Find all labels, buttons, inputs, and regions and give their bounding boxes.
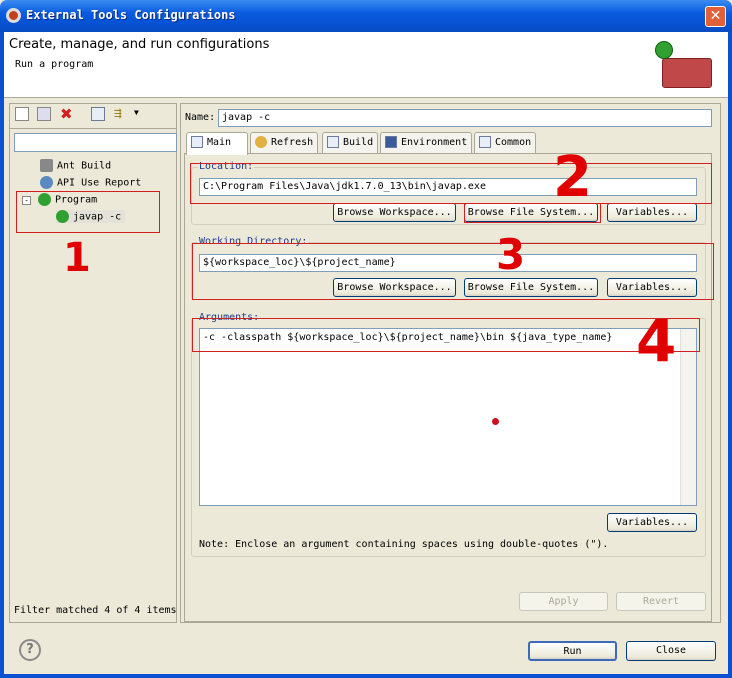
build-icon <box>327 136 339 148</box>
apply-button[interactable]: Apply <box>519 592 608 611</box>
filter-status: Filter matched 4 of 4 items <box>14 605 177 616</box>
refresh-icon <box>255 136 267 148</box>
arguments-scrollbar[interactable] <box>680 329 696 505</box>
name-label: Name: <box>185 112 216 123</box>
delete-icon[interactable]: ✖ <box>60 107 74 122</box>
annotation-dot <box>492 418 499 425</box>
filter-input[interactable] <box>14 133 177 152</box>
annotation-box-4 <box>192 318 700 352</box>
run-icon <box>655 41 673 59</box>
common-icon <box>479 136 491 148</box>
new-config-icon[interactable] <box>15 107 29 121</box>
tree-item-api-use-report[interactable]: API Use Report <box>40 176 141 189</box>
annotation-box-1 <box>16 191 160 233</box>
browse-workspace-button[interactable]: Browse Workspace... <box>333 203 456 222</box>
toolbox-icon <box>662 58 712 88</box>
tree-item-ant-build[interactable]: Ant Build <box>40 159 111 172</box>
tab-build[interactable]: Build <box>322 132 378 154</box>
help-icon[interactable]: ? <box>19 639 41 661</box>
header-subtitle: Run a program <box>15 59 94 70</box>
window-frame <box>0 32 4 678</box>
filter-icon[interactable]: ⇶ <box>114 107 128 121</box>
annotation-number-3: 3 <box>496 230 526 279</box>
arguments-variables-button[interactable]: Variables... <box>607 513 697 532</box>
window-frame <box>0 674 732 678</box>
close-icon[interactable]: ✕ <box>705 6 726 27</box>
duplicate-icon[interactable] <box>37 107 51 121</box>
main-tab-icon <box>191 136 203 148</box>
ant-icon <box>40 159 53 172</box>
run-button[interactable]: Run <box>528 641 617 661</box>
window-frame <box>728 32 732 678</box>
variables-button[interactable]: Variables... <box>607 203 697 222</box>
header-title: Create, manage, and run configurations <box>9 37 270 52</box>
annotation-number-2: 2 <box>553 145 592 210</box>
tab-refresh[interactable]: Refresh <box>250 132 318 154</box>
tab-common[interactable]: Common <box>474 132 536 154</box>
close-button[interactable]: Close <box>626 641 716 661</box>
collapse-all-icon[interactable] <box>91 107 105 121</box>
api-report-icon <box>40 176 53 189</box>
annotation-box-3 <box>192 243 714 300</box>
name-input[interactable]: javap -c <box>218 109 712 127</box>
tab-environment[interactable]: Environment <box>380 132 472 154</box>
eclipse-app-icon <box>6 8 21 23</box>
arguments-textarea[interactable]: -c -classpath ${workspace_loc}\${project… <box>199 328 697 506</box>
dropdown-icon[interactable]: ▼ <box>134 108 139 117</box>
arguments-note: Note: Enclose an argument containing spa… <box>199 539 609 550</box>
tab-main[interactable]: Main <box>186 132 248 155</box>
environment-icon <box>385 136 397 148</box>
window-title: External Tools Configurations <box>26 8 236 22</box>
annotation-box-2 <box>190 163 712 204</box>
annotation-number-1: 1 <box>63 235 91 281</box>
revert-button[interactable]: Revert <box>616 592 706 611</box>
annotation-number-4: 4 <box>636 307 677 375</box>
divider <box>10 128 176 129</box>
